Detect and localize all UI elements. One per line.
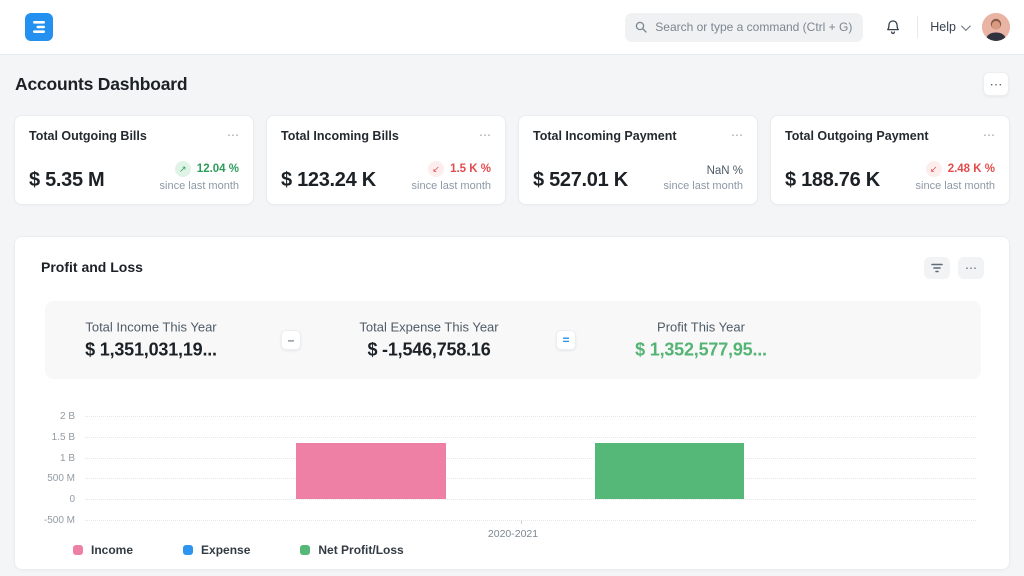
page-header: Accounts Dashboard ⋯ <box>0 55 1024 113</box>
card-value: $ 5.35 M <box>29 169 104 192</box>
search-icon <box>635 21 647 33</box>
app-window: Help Accounts Dashboard ⋯ Total Outgoing… <box>0 0 1024 576</box>
card-value: $ 123.24 K <box>281 169 376 192</box>
stat-card-total-incoming-bills: Total Incoming Bills ⋯ $ 123.24 K ↙ 1.5 … <box>266 115 506 205</box>
x-axis-tick <box>521 520 522 524</box>
delta-badge: ↙ 1.5 K % <box>412 161 491 177</box>
legend-item-expense[interactable]: Expense <box>183 543 250 557</box>
gridline <box>85 499 976 500</box>
page-menu-button[interactable]: ⋯ <box>983 72 1009 96</box>
delta-badge: ↗ 12.04 % <box>160 161 239 177</box>
card-menu-icon[interactable]: ⋯ <box>731 129 743 141</box>
summary-profit: Profit This Year $ 1,352,577,95... <box>635 320 767 361</box>
summary-total-expense: Total Expense This Year $ -1,546,758.16 <box>359 320 498 361</box>
delta-value: 12.04 % <box>197 163 239 175</box>
trend-up-icon: ↗ <box>175 161 191 177</box>
chevron-down-icon <box>961 21 971 31</box>
ellipsis-icon: ⋯ <box>990 78 1003 91</box>
chart-actions: ⋯ <box>924 257 984 279</box>
expense-swatch-icon <box>183 545 193 555</box>
legend-item-income[interactable]: Income <box>73 543 133 557</box>
chart-title: Profit and Loss <box>41 259 143 275</box>
card-title: Total Outgoing Bills <box>29 129 147 143</box>
trend-down-icon: ↙ <box>428 161 444 177</box>
y-tick-label: 500 M <box>15 473 75 484</box>
delta-badge: ↙ 2.48 K % <box>916 161 995 177</box>
delta-value: 1.5 K % <box>450 163 491 175</box>
delta-badge: NaN % <box>664 165 743 177</box>
card-menu-icon[interactable]: ⋯ <box>983 129 995 141</box>
delta-caption: since last month <box>916 180 995 192</box>
chart-legend: Income Expense Net Profit/Loss <box>73 543 404 557</box>
bar-net-profit-loss[interactable] <box>595 443 744 499</box>
gridline <box>85 478 976 479</box>
plot-area: 2 B 1.5 B 1 B 500 M 0 -500 M <box>15 416 1011 520</box>
delta-value: NaN % <box>707 165 743 177</box>
y-tick-label: 1 B <box>15 453 75 464</box>
y-tick-label: 1.5 B <box>15 432 75 443</box>
chart-menu-button[interactable]: ⋯ <box>958 257 984 279</box>
delta-caption: since last month <box>160 180 239 192</box>
bar-income[interactable] <box>296 443 446 499</box>
net-profit-loss-swatch-icon <box>300 545 310 555</box>
y-tick-label: -500 M <box>15 515 75 526</box>
trend-down-icon: ↙ <box>926 161 942 177</box>
page-title: Accounts Dashboard <box>15 74 187 95</box>
filter-icon <box>931 263 943 273</box>
help-label: Help <box>930 20 956 34</box>
card-value: $ 188.76 K <box>785 169 880 192</box>
delta-caption: since last month <box>664 180 743 192</box>
stat-cards-row: Total Outgoing Bills ⋯ $ 5.35 M ↗ 12.04 … <box>14 115 1010 205</box>
search-input[interactable] <box>625 13 863 42</box>
gridline <box>85 520 976 521</box>
card-menu-icon[interactable]: ⋯ <box>479 129 491 141</box>
help-menu[interactable]: Help <box>930 20 968 34</box>
erpnext-logo[interactable] <box>25 13 53 41</box>
user-avatar[interactable] <box>982 13 1010 41</box>
logo-glyph <box>32 20 46 34</box>
income-swatch-icon <box>73 545 83 555</box>
ellipsis-icon: ⋯ <box>965 262 977 274</box>
card-title: Total Outgoing Payment <box>785 129 929 143</box>
global-search <box>625 13 863 42</box>
legend-item-net-profit-loss[interactable]: Net Profit/Loss <box>300 543 403 557</box>
top-navbar: Help <box>0 0 1024 55</box>
profit-and-loss-card: Profit and Loss ⋯ Total Income This Year… <box>14 236 1010 570</box>
avatar-photo <box>982 13 1010 41</box>
card-title: Total Incoming Bills <box>281 129 399 143</box>
equals-operator-icon: = <box>556 330 576 350</box>
gridline <box>85 437 976 438</box>
y-tick-label: 0 <box>15 494 75 505</box>
delta-value: 2.48 K % <box>948 163 995 175</box>
navbar-divider <box>917 16 918 38</box>
chart-summary-band: Total Income This Year $ 1,351,031,19...… <box>45 301 981 379</box>
card-value: $ 527.01 K <box>533 169 628 192</box>
card-menu-icon[interactable]: ⋯ <box>227 129 239 141</box>
gridline <box>85 458 976 459</box>
minus-operator-icon: – <box>281 330 301 350</box>
filter-button[interactable] <box>924 257 950 279</box>
x-axis-label: 2020-2021 <box>15 528 1011 540</box>
stat-card-total-incoming-payment: Total Incoming Payment ⋯ $ 527.01 K NaN … <box>518 115 758 205</box>
delta-caption: since last month <box>412 180 491 192</box>
stat-card-total-outgoing-payment: Total Outgoing Payment ⋯ $ 188.76 K ↙ 2.… <box>770 115 1010 205</box>
navbar-right-group: Help <box>625 13 1010 42</box>
gridline <box>85 416 976 417</box>
y-tick-label: 2 B <box>15 411 75 422</box>
notifications-bell-icon[interactable] <box>881 15 905 40</box>
stat-card-total-outgoing-bills: Total Outgoing Bills ⋯ $ 5.35 M ↗ 12.04 … <box>14 115 254 205</box>
summary-total-income: Total Income This Year $ 1,351,031,19... <box>85 320 217 361</box>
card-title: Total Incoming Payment <box>533 129 677 143</box>
